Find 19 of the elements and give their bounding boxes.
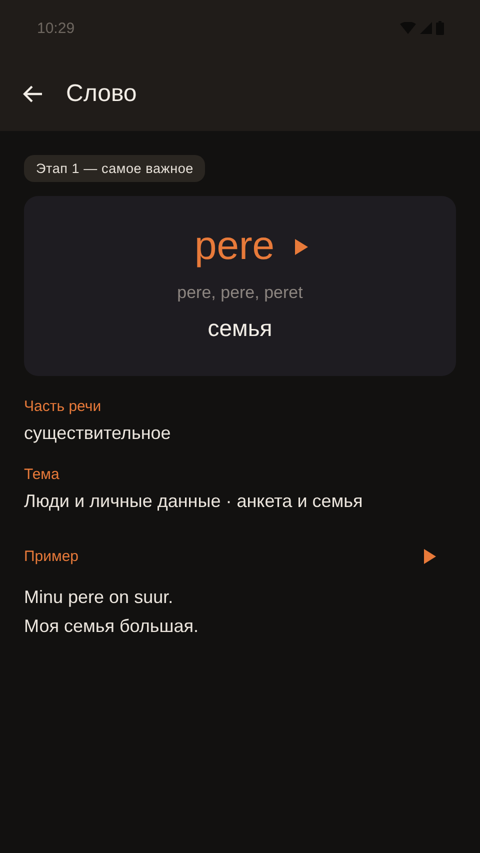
screen-title: Слово: [66, 80, 137, 108]
field-label: Тема: [24, 466, 60, 483]
play-button[interactable]: [294, 238, 308, 254]
translation-text: семья: [208, 315, 272, 342]
word-text: pere: [194, 224, 275, 269]
field-value: Люди и личные данные · анкета и семья: [24, 491, 364, 512]
example-sentence: Minu pere on suur.: [24, 587, 174, 608]
back-button[interactable]: [23, 84, 43, 102]
status-time: 10:29: [37, 20, 75, 36]
play-icon: [294, 238, 308, 254]
play-example-button[interactable]: [424, 549, 436, 564]
example-label: Пример: [24, 548, 78, 565]
back-arrow-icon: [23, 84, 43, 102]
example-sentence: Моя семья большая.: [24, 616, 200, 637]
field-value: существительное: [24, 423, 172, 444]
field-label: Часть речи: [24, 398, 102, 415]
play-icon: [424, 549, 436, 564]
stage-chip: Этап 1 — самое важное: [24, 155, 206, 182]
word-forms: pere, pere, peret: [177, 283, 303, 303]
